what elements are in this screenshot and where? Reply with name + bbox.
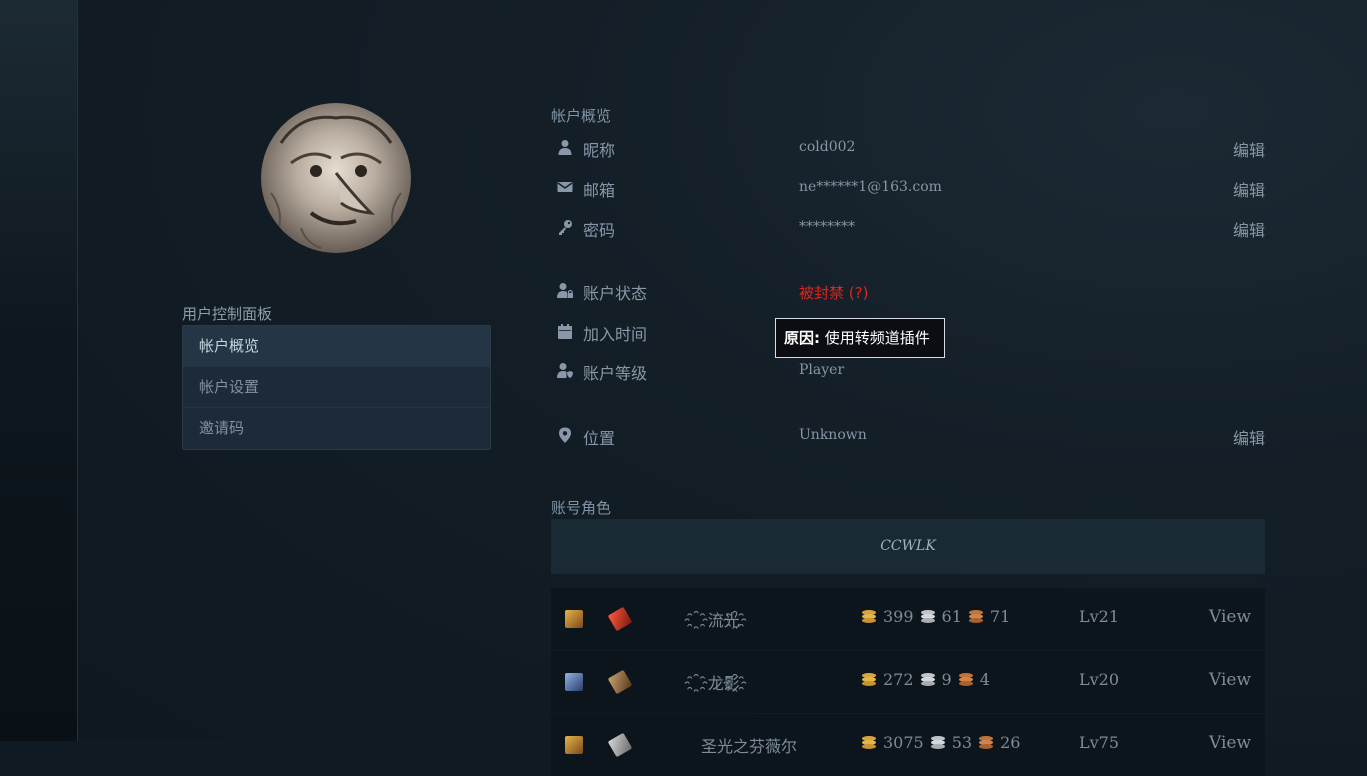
calendar-icon xyxy=(558,324,572,339)
silver-amount: 9 xyxy=(941,670,952,689)
silver-amount: 53 xyxy=(951,733,973,752)
location-row: 位置 Unknown 编辑 xyxy=(551,420,1265,450)
ban-reason-tooltip: 原因: 使用转频道插件 xyxy=(775,318,945,358)
status-row: 账户状态 被封禁 (?) xyxy=(551,275,1265,305)
currency: 272 9 4 xyxy=(861,670,990,689)
password-label: 密码 xyxy=(583,221,616,240)
sidebar-menu: 帐户概览 帐户设置 邀请码 xyxy=(182,325,491,450)
gold-coin-icon xyxy=(861,734,879,752)
sidebar-item-account-overview[interactable]: 帐户概览 xyxy=(183,326,490,367)
troll-portrait-icon xyxy=(270,115,402,249)
character-name: 圣光之芬薇尔 xyxy=(701,737,798,756)
race-icon xyxy=(565,736,583,754)
silver-amount: 61 xyxy=(941,607,962,626)
character-level: Lv20 xyxy=(1079,670,1120,689)
edit-nickname-button[interactable]: 编辑 xyxy=(1233,137,1265,161)
character-name: ҈龙影҈ xyxy=(701,674,747,693)
map-pin-icon xyxy=(559,427,571,443)
envelope-icon xyxy=(557,182,573,192)
class-icon xyxy=(607,606,633,632)
joined-label: 加入时间 xyxy=(583,325,648,344)
email-value: ne******1@163.com xyxy=(799,179,942,195)
edit-email-button[interactable]: 编辑 xyxy=(1233,177,1265,201)
status-label: 账户状态 xyxy=(583,284,648,303)
copper-amount: 26 xyxy=(1000,733,1021,752)
nickname-row: 昵称 cold002 编辑 xyxy=(551,132,1265,162)
gold-amount: 399 xyxy=(883,607,914,626)
silver-coin-icon xyxy=(930,734,948,752)
email-row: 邮箱 ne******1@163.com 编辑 xyxy=(551,172,1265,202)
copper-coin-icon xyxy=(978,734,996,752)
nickname-value: cold002 xyxy=(799,139,856,155)
level-label: 账户等级 xyxy=(583,364,648,383)
gold-amount: 272 xyxy=(883,670,914,689)
race-icon xyxy=(565,610,583,628)
character-row: ҈龙影҈ 272 9 4 Lv20 View xyxy=(551,651,1265,713)
gold-coin-icon xyxy=(861,608,879,626)
copper-amount: 71 xyxy=(989,607,1011,626)
tooltip-prefix: 原因: xyxy=(784,329,820,347)
user-icon xyxy=(558,140,572,155)
user-lock-icon xyxy=(557,283,573,298)
class-icon xyxy=(607,732,633,758)
left-decor-strip xyxy=(0,0,78,741)
race-icon xyxy=(565,673,583,691)
copper-coin-icon xyxy=(958,671,976,689)
currency: 3075 53 26 xyxy=(861,733,1020,752)
nickname-label: 昵称 xyxy=(583,141,616,160)
silver-coin-icon xyxy=(920,671,938,689)
user-shield-icon xyxy=(557,363,573,378)
character-level: Lv75 xyxy=(1079,733,1120,752)
character-level: Lv21 xyxy=(1079,607,1120,626)
view-character-button[interactable]: View xyxy=(1209,733,1251,753)
overview-title: 帐户概览 xyxy=(551,107,612,125)
realm-header: CCWLK xyxy=(551,519,1265,574)
gold-coin-icon xyxy=(861,671,879,689)
view-character-button[interactable]: View xyxy=(1209,670,1251,690)
status-value[interactable]: 被封禁 (?) xyxy=(799,282,868,303)
edit-location-button[interactable]: 编辑 xyxy=(1233,425,1265,449)
copper-coin-icon xyxy=(968,608,986,626)
sidebar-item-account-settings[interactable]: 帐户设置 xyxy=(183,367,490,408)
password-value: ******** xyxy=(799,219,855,235)
copper-amount: 4 xyxy=(979,670,990,689)
panel-title: 用户控制面板 xyxy=(182,305,273,323)
tooltip-text: 使用转频道插件 xyxy=(824,329,930,347)
avatar xyxy=(261,103,411,253)
location-label: 位置 xyxy=(583,429,616,448)
character-row: ҈流光҈ 399 61 71 Lv21 View xyxy=(551,588,1265,650)
key-icon xyxy=(559,220,572,235)
class-icon xyxy=(607,669,633,695)
level-value: Player xyxy=(799,362,845,378)
password-row: 密码 ******** 编辑 xyxy=(551,212,1265,242)
view-character-button[interactable]: View xyxy=(1209,607,1251,627)
character-row: 圣光之芬薇尔 3075 53 26 Lv75 View xyxy=(551,714,1265,776)
currency: 399 61 71 xyxy=(861,607,1010,626)
email-label: 邮箱 xyxy=(583,181,616,200)
characters-title: 账号角色 xyxy=(551,499,612,517)
gold-amount: 3075 xyxy=(883,733,924,752)
edit-password-button[interactable]: 编辑 xyxy=(1233,217,1265,241)
level-row: 账户等级 Player xyxy=(551,355,1265,385)
location-value: Unknown xyxy=(799,427,867,443)
silver-coin-icon xyxy=(920,608,938,626)
sidebar-item-invite-code[interactable]: 邀请码 xyxy=(183,408,490,449)
character-name: ҈流光҈ xyxy=(701,611,747,630)
